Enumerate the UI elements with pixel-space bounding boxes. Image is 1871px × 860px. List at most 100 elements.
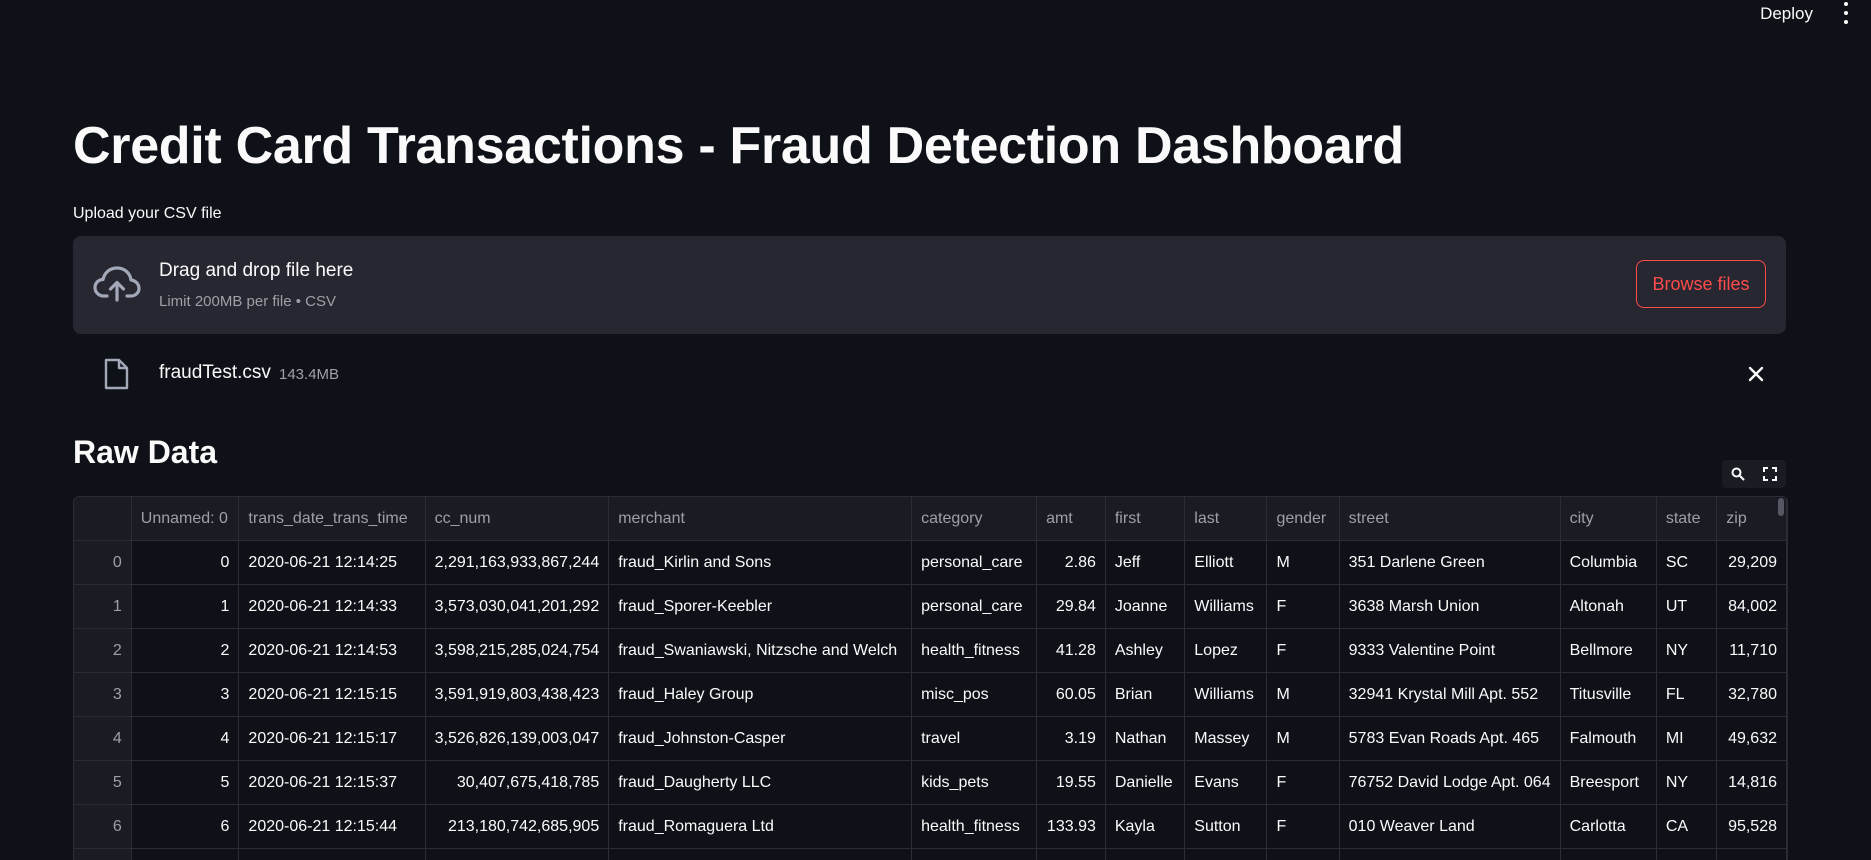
row-index-cell[interactable]: 6 (74, 805, 131, 849)
table-cell[interactable]: Jeff (1105, 541, 1184, 585)
column-header-merchant[interactable]: merchant (609, 497, 912, 541)
table-cell[interactable]: 29.84 (1037, 585, 1106, 629)
raw-data-table[interactable]: Unnamed: 0 trans_date_trans_time cc_num … (73, 496, 1788, 860)
column-header-gender[interactable]: gender (1267, 497, 1339, 541)
table-cell[interactable] (1656, 849, 1716, 860)
table-cell[interactable]: fraud_Sporer-Keebler (609, 585, 912, 629)
table-scrollbar[interactable] (1778, 498, 1784, 516)
table-cell[interactable] (1185, 849, 1267, 860)
table-cell[interactable]: 2020-06-21 12:14:33 (239, 585, 425, 629)
table-cell[interactable]: Danielle (1105, 761, 1184, 805)
column-header-category[interactable]: category (912, 497, 1037, 541)
column-header-index[interactable] (74, 497, 131, 541)
column-header-first[interactable]: first (1105, 497, 1184, 541)
column-header-trans-date[interactable]: trans_date_trans_time (239, 497, 425, 541)
column-header-cc-num[interactable]: cc_num (425, 497, 609, 541)
table-cell[interactable]: 95,528 (1717, 805, 1787, 849)
table-cell[interactable]: health_fitness (912, 805, 1037, 849)
table-cell[interactable]: 2020-06-21 12:14:53 (239, 629, 425, 673)
table-cell[interactable]: Kayla (1105, 805, 1184, 849)
search-icon[interactable] (1729, 465, 1747, 483)
table-cell[interactable]: MI (1656, 717, 1716, 761)
table-cell[interactable]: 1 (131, 585, 239, 629)
table-cell[interactable]: 133.93 (1037, 805, 1106, 849)
table-cell[interactable]: 41.28 (1037, 629, 1106, 673)
row-index-cell[interactable]: 3 (74, 673, 131, 717)
row-index-cell[interactable] (74, 849, 131, 860)
table-cell[interactable]: F (1267, 761, 1339, 805)
table-cell[interactable]: Carlotta (1560, 805, 1656, 849)
table-cell[interactable]: 76752 David Lodge Apt. 064 (1339, 761, 1560, 805)
column-header-city[interactable]: city (1560, 497, 1656, 541)
table-cell[interactable]: 2020-06-21 12:15:44 (239, 805, 425, 849)
table-cell[interactable]: Titusville (1560, 673, 1656, 717)
table-cell[interactable]: FL (1656, 673, 1716, 717)
table-cell[interactable]: personal_care (912, 541, 1037, 585)
table-cell[interactable]: Columbia (1560, 541, 1656, 585)
table-cell[interactable]: F (1267, 585, 1339, 629)
table-cell[interactable]: Breesport (1560, 761, 1656, 805)
table-cell[interactable]: Bellmore (1560, 629, 1656, 673)
table-cell[interactable]: Evans (1185, 761, 1267, 805)
table-cell[interactable]: 3.19 (1037, 717, 1106, 761)
table-cell[interactable] (912, 849, 1037, 860)
table-cell[interactable]: 3,591,919,803,438,423 (425, 673, 609, 717)
table-cell[interactable]: 3,573,030,041,201,292 (425, 585, 609, 629)
table-cell[interactable]: 3638 Marsh Union (1339, 585, 1560, 629)
table-cell[interactable]: Brian (1105, 673, 1184, 717)
table-cell[interactable]: 4 (131, 717, 239, 761)
table-cell[interactable]: Ashley (1105, 629, 1184, 673)
table-cell[interactable]: 14,816 (1717, 761, 1787, 805)
table-cell[interactable]: NY (1656, 761, 1716, 805)
table-cell[interactable] (609, 849, 912, 860)
table-cell[interactable]: misc_pos (912, 673, 1037, 717)
table-cell[interactable] (1037, 849, 1106, 860)
table-cell[interactable] (425, 849, 609, 860)
table-cell[interactable]: 19.55 (1037, 761, 1106, 805)
table-cell[interactable]: Massey (1185, 717, 1267, 761)
table-cell[interactable]: kids_pets (912, 761, 1037, 805)
table-cell[interactable] (1105, 849, 1184, 860)
table-cell[interactable]: F (1267, 629, 1339, 673)
row-index-cell[interactable]: 2 (74, 629, 131, 673)
table-cell[interactable]: 2020-06-21 12:14:25 (239, 541, 425, 585)
table-cell[interactable]: 2 (131, 629, 239, 673)
table-cell[interactable]: 2.86 (1037, 541, 1106, 585)
row-index-cell[interactable]: 5 (74, 761, 131, 805)
column-header-state[interactable]: state (1656, 497, 1716, 541)
column-header-last[interactable]: last (1185, 497, 1267, 541)
column-header-amt[interactable]: amt (1037, 497, 1106, 541)
table-cell[interactable] (1717, 849, 1787, 860)
table-cell[interactable]: UT (1656, 585, 1716, 629)
table-cell[interactable]: NY (1656, 629, 1716, 673)
fullscreen-icon[interactable] (1761, 465, 1779, 483)
table-cell[interactable]: F (1267, 805, 1339, 849)
table-cell[interactable]: 32,780 (1717, 673, 1787, 717)
table-cell[interactable]: Williams (1185, 585, 1267, 629)
table-cell[interactable]: Nathan (1105, 717, 1184, 761)
table-cell[interactable]: 49,632 (1717, 717, 1787, 761)
main-menu-icon[interactable] (1843, 2, 1849, 24)
table-cell[interactable]: fraud_Haley Group (609, 673, 912, 717)
table-cell[interactable]: 3 (131, 673, 239, 717)
table-cell[interactable]: fraud_Romaguera Ltd (609, 805, 912, 849)
table-cell[interactable] (1267, 849, 1339, 860)
table-cell[interactable]: 2,291,163,933,867,244 (425, 541, 609, 585)
table-cell[interactable]: 351 Darlene Green (1339, 541, 1560, 585)
table-cell[interactable]: fraud_Swaniawski, Nitzsche and Welch (609, 629, 912, 673)
deploy-button[interactable]: Deploy (1760, 4, 1813, 24)
column-header-zip[interactable]: zip (1717, 497, 1787, 541)
column-header-unnamed[interactable]: Unnamed: 0 (131, 497, 239, 541)
table-cell[interactable]: Williams (1185, 673, 1267, 717)
table-cell[interactable]: 2020-06-21 12:15:37 (239, 761, 425, 805)
table-cell[interactable]: SC (1656, 541, 1716, 585)
row-index-cell[interactable]: 1 (74, 585, 131, 629)
table-cell[interactable]: Altonah (1560, 585, 1656, 629)
table-cell[interactable]: personal_care (912, 585, 1037, 629)
table-cell[interactable]: 9333 Valentine Point (1339, 629, 1560, 673)
table-cell[interactable] (1560, 849, 1656, 860)
table-cell[interactable]: 84,002 (1717, 585, 1787, 629)
table-cell[interactable]: travel (912, 717, 1037, 761)
close-icon[interactable] (1744, 362, 1768, 386)
table-cell[interactable]: fraud_Daugherty LLC (609, 761, 912, 805)
